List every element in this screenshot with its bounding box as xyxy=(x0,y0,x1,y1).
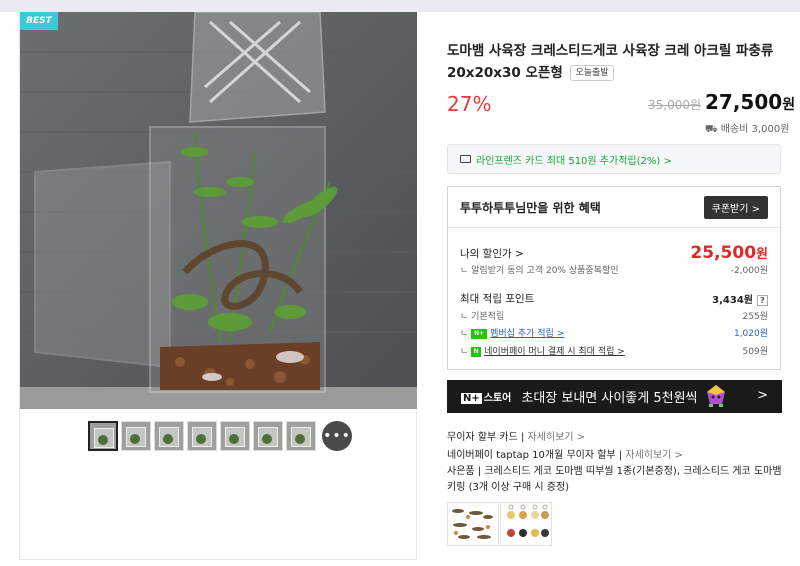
truck-icon: ⛟ xyxy=(705,124,718,135)
basic-points-value: 255원 xyxy=(742,312,768,322)
thumbnail-6[interactable] xyxy=(253,421,283,451)
thumbnail-5[interactable] xyxy=(220,421,250,451)
thumbnail-strip: ••• xyxy=(88,421,352,451)
best-badge: BEST xyxy=(20,12,58,30)
no-interest-label: 무이자 할부 카드 xyxy=(447,432,518,443)
sale-price-value: 27,500 xyxy=(705,90,783,114)
my-discount-price-value: 25,500 xyxy=(690,243,757,263)
thumbnail-7[interactable] xyxy=(286,421,316,451)
invite-text: 초대장 보내면 사이좋게 5천원씩 xyxy=(521,391,698,406)
card-benefit-banner[interactable]: 라인프렌즈 카드 최대 510원 추가적립(2%) > xyxy=(447,144,781,174)
help-icon[interactable]: ? xyxy=(757,295,768,306)
max-points-label: 최대 적립 포인트 xyxy=(460,293,535,305)
top-bar xyxy=(0,0,800,12)
membership-points-link[interactable]: ㄴ N+ 멤버십 추가 적립 > xyxy=(460,326,564,339)
alarm-discount-value: -2,000원 xyxy=(730,266,768,276)
naver-store-logo: N+ 스토어 xyxy=(461,393,512,404)
sale-price: 27,500원 xyxy=(705,90,795,114)
gift-description: 크레스티드 게코 도마뱀 띠부씰 1종(기본증정), 크레스티드 게코 도마뱀 … xyxy=(447,466,782,493)
npay-installment-detail-link[interactable]: 자세히보기 > xyxy=(625,450,683,461)
gift-label: 사은품 xyxy=(447,466,475,477)
npay-points-link[interactable]: ㄴ N 네이버페이 머니 결제 시 최대 적립 > xyxy=(460,344,625,357)
no-interest-detail-link[interactable]: 자세히보기 > xyxy=(528,432,586,443)
gift-row: 사은품 | 크레스티드 게코 도마뱀 띠부씰 1종(기본증정), 크레스티드 게… xyxy=(447,466,782,493)
thumbnail-4[interactable] xyxy=(187,421,217,451)
product-title: 도마뱀 사육장 크레스티드게코 사육장 크레 아크릴 파충류 20x20x30 … xyxy=(447,40,787,84)
coupon-button[interactable]: 쿠폰받기 > xyxy=(703,195,768,219)
basic-points-label: ㄴ 기본적립 xyxy=(460,312,505,322)
membership-points-value: 1,020원 xyxy=(733,329,768,339)
naver-plus-icon: N+ xyxy=(471,328,488,339)
benefit-title: 투투하투투님만을 위한 혜택 xyxy=(460,200,601,215)
gift-keyring-image[interactable] xyxy=(500,502,552,546)
card-benefit-text: 라인프렌즈 카드 최대 510원 추가적립(2%) > xyxy=(476,155,672,167)
main-product-image[interactable]: BEST xyxy=(20,12,417,409)
jewel-mascot-icon xyxy=(707,385,725,407)
my-discount-link[interactable]: 나의 할인가 > xyxy=(460,246,524,261)
thumbnail-1[interactable] xyxy=(88,421,118,451)
today-shipping-badge: 오늘출발 xyxy=(570,65,614,81)
benefit-box: 투투하투투님만을 위한 혜택 쿠폰받기 > 나의 할인가 > 25,500원 ㄴ… xyxy=(447,186,781,370)
shipping-fee: ⛟ 배송비 3,000원 xyxy=(705,120,789,137)
more-thumbnails-button[interactable]: ••• xyxy=(322,421,352,451)
my-discount-price: 25,500원 xyxy=(690,243,768,263)
original-price: 35,000원 xyxy=(648,98,702,112)
thumbnail-2[interactable] xyxy=(121,421,151,451)
terrarium-photo xyxy=(20,12,417,409)
no-interest-card-row: 무이자 할부 카드 | 자세히보기 > xyxy=(447,432,586,443)
shipping-fee-text: 배송비 3,000원 xyxy=(720,124,790,135)
sale-price-unit: 원 xyxy=(782,97,796,113)
credit-card-icon xyxy=(460,155,471,163)
chevron-right-icon: > xyxy=(757,388,768,403)
my-discount-price-unit: 원 xyxy=(756,247,768,262)
npay-installment-label: 네이버페이 taptap 10개월 무이자 할부 xyxy=(447,450,616,461)
product-gallery: BEST ••• xyxy=(19,12,417,560)
thumbnail-3[interactable] xyxy=(154,421,184,451)
gift-sticker-image[interactable] xyxy=(447,502,499,546)
max-points-value: 3,434원? xyxy=(712,291,768,306)
store-invite-banner[interactable]: N+ 스토어 초대장 보내면 사이좋게 5천원씩 > xyxy=(447,380,782,413)
npay-installment-row: 네이버페이 taptap 10개월 무이자 할부 | 자세히보기 > xyxy=(447,450,683,461)
alarm-discount-label: ㄴ 알림받기 동의 고객 20% 상품중복할인 xyxy=(460,266,619,276)
discount-rate: 27% xyxy=(447,92,492,116)
naver-pay-icon: N xyxy=(471,346,482,357)
npay-points-value: 509원 xyxy=(742,347,768,357)
